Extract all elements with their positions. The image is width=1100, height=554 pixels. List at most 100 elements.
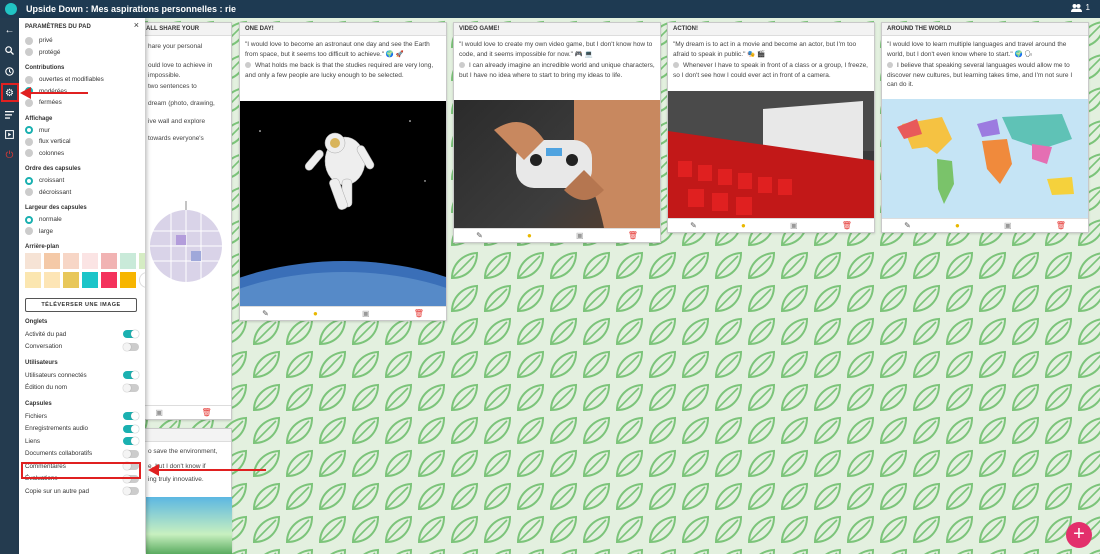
background-swatch[interactable] — [139, 272, 145, 288]
toggle-switch[interactable] — [123, 330, 139, 339]
radio-icon[interactable] — [25, 98, 33, 107]
option-open-editable[interactable]: ouvertes et modifiables — [25, 74, 139, 86]
radio-selected-icon[interactable] — [25, 126, 33, 135]
trash-icon[interactable]: 🗑 — [628, 231, 638, 240]
clock-icon[interactable] — [1, 63, 18, 80]
background-swatch[interactable] — [139, 253, 145, 269]
toggle-switch[interactable] — [123, 437, 139, 446]
radio-icon[interactable] — [25, 149, 33, 158]
image-icon[interactable]: ▣ — [362, 309, 370, 318]
background-swatch[interactable] — [25, 253, 41, 269]
background-swatch[interactable] — [82, 253, 98, 269]
option-label: mur — [39, 126, 50, 134]
card-around-the-world[interactable]: AROUND THE WORLD "I would love to learn … — [881, 22, 1089, 233]
toggle-row-connected-users[interactable]: Utilisateurs connectés — [25, 369, 139, 382]
option-wall[interactable]: mur — [25, 125, 139, 137]
play-icon[interactable] — [1, 126, 18, 143]
toggle-row-name-editing[interactable]: Édition du nom — [25, 382, 139, 395]
toggle-switch[interactable] — [123, 383, 139, 392]
info-icon[interactable]: ● — [313, 309, 318, 318]
add-capsule-button[interactable]: + — [1066, 522, 1092, 548]
toggle-row-copy-to-pad[interactable]: Copie sur un autre pad — [25, 485, 139, 498]
toggle-switch[interactable] — [123, 487, 139, 496]
radio-selected-icon[interactable] — [25, 215, 33, 224]
edit-pencil-icon[interactable]: ✎ — [476, 231, 483, 240]
background-swatch[interactable] — [63, 253, 79, 269]
card-text-line: ive wall and explore — [148, 117, 206, 125]
card-action[interactable]: ACTION! "My dream is to act in a movie a… — [667, 22, 875, 233]
edit-pencil-icon[interactable]: ✎ — [904, 221, 911, 230]
toggle-row-links[interactable]: Liens — [25, 435, 139, 448]
background-swatch[interactable] — [120, 272, 136, 288]
info-icon[interactable]: ● — [527, 231, 532, 240]
radio-icon[interactable] — [25, 227, 33, 236]
background-swatch[interactable] — [101, 272, 117, 288]
toggle-switch[interactable] — [123, 342, 139, 351]
upload-image-button[interactable]: TÉLÉVERSER UNE IMAGE — [25, 298, 137, 312]
trash-icon[interactable]: 🗑 — [842, 221, 852, 230]
radio-icon[interactable] — [25, 137, 33, 146]
trash-icon[interactable]: 🗑 — [1056, 221, 1066, 230]
toggle-row-collaborative-docs[interactable]: Documents collaboratifs — [25, 448, 139, 461]
toggle-switch[interactable] — [123, 449, 139, 458]
info-icon[interactable]: ● — [741, 221, 746, 230]
option-large[interactable]: large — [25, 226, 139, 238]
option-private[interactable]: privé — [25, 35, 139, 47]
back-arrow-icon[interactable]: ← — [1, 22, 18, 39]
toggle-row-pad-activity[interactable]: Activité du pad — [25, 328, 139, 341]
info-icon[interactable]: ● — [955, 221, 960, 230]
edit-pencil-icon[interactable]: ✎ — [690, 221, 697, 230]
radio-icon[interactable] — [25, 75, 33, 84]
astronaut-image[interactable] — [240, 101, 446, 306]
image-icon[interactable]: ▣ — [576, 231, 584, 240]
panel-title: PARAMÈTRES DU PAD — [25, 24, 91, 30]
background-swatch[interactable] — [44, 253, 60, 269]
background-swatch[interactable] — [63, 272, 79, 288]
radio-icon[interactable] — [25, 48, 33, 57]
gear-highlight-box — [1, 83, 19, 102]
top-bar: Upside Down : Mes aspirations personnell… — [0, 0, 1100, 18]
toggle-row-audio-recordings[interactable]: Enregistrements audio — [25, 423, 139, 436]
toggle-switch[interactable] — [123, 371, 139, 380]
edit-pencil-icon[interactable]: ✎ — [262, 309, 269, 318]
card-quote: "I would love to create my own video gam… — [459, 41, 653, 58]
option-ascending[interactable]: croissant — [25, 175, 139, 187]
option-normal[interactable]: normale — [25, 214, 139, 226]
app-logo[interactable] — [5, 3, 17, 15]
cinema-image[interactable] — [668, 91, 874, 219]
search-icon[interactable] — [1, 42, 18, 59]
image-icon[interactable]: ▣ — [155, 408, 163, 417]
background-swatch[interactable] — [120, 253, 136, 269]
menu-lines-icon[interactable] — [1, 106, 18, 123]
game-controller-image[interactable] — [454, 100, 660, 228]
trash-icon[interactable]: 🗑 — [202, 408, 212, 417]
option-vertical-flow[interactable]: flux vertical — [25, 136, 139, 148]
power-icon[interactable]: ⏻ — [1, 147, 18, 164]
toggle-switch[interactable] — [123, 424, 139, 433]
toggle-switch[interactable] — [123, 412, 139, 421]
card-one-day[interactable]: ONE DAY! "I would love to become an astr… — [239, 22, 447, 321]
radio-icon[interactable] — [25, 36, 33, 45]
option-descending[interactable]: décroissant — [25, 187, 139, 199]
radio-selected-icon[interactable] — [25, 176, 33, 185]
toggle-label: Copie sur un autre pad — [25, 487, 90, 495]
toggle-row-files[interactable]: Fichiers — [25, 410, 139, 423]
connected-users[interactable]: 1 — [1070, 3, 1090, 12]
radio-icon[interactable] — [25, 188, 33, 197]
trash-icon[interactable]: 🗑 — [414, 309, 424, 318]
card-video-game[interactable]: VIDEO GAME! "I would love to create my o… — [453, 22, 661, 243]
image-icon[interactable]: ▣ — [790, 221, 798, 230]
card-title: VIDEO GAME! — [454, 23, 660, 36]
close-icon[interactable]: × — [134, 20, 139, 30]
option-columns[interactable]: colonnes — [25, 148, 139, 160]
image-icon[interactable]: ▣ — [1004, 221, 1012, 230]
background-swatch[interactable] — [101, 253, 117, 269]
background-swatch[interactable] — [25, 272, 41, 288]
bullet-icon — [673, 62, 679, 69]
background-swatch[interactable] — [82, 272, 98, 288]
toggle-row-conversation[interactable]: Conversation — [25, 341, 139, 354]
background-swatch[interactable] — [44, 272, 60, 288]
option-closed[interactable]: fermées — [25, 97, 139, 109]
option-protected[interactable]: protégé — [25, 47, 139, 59]
world-map-image[interactable] — [882, 99, 1088, 219]
